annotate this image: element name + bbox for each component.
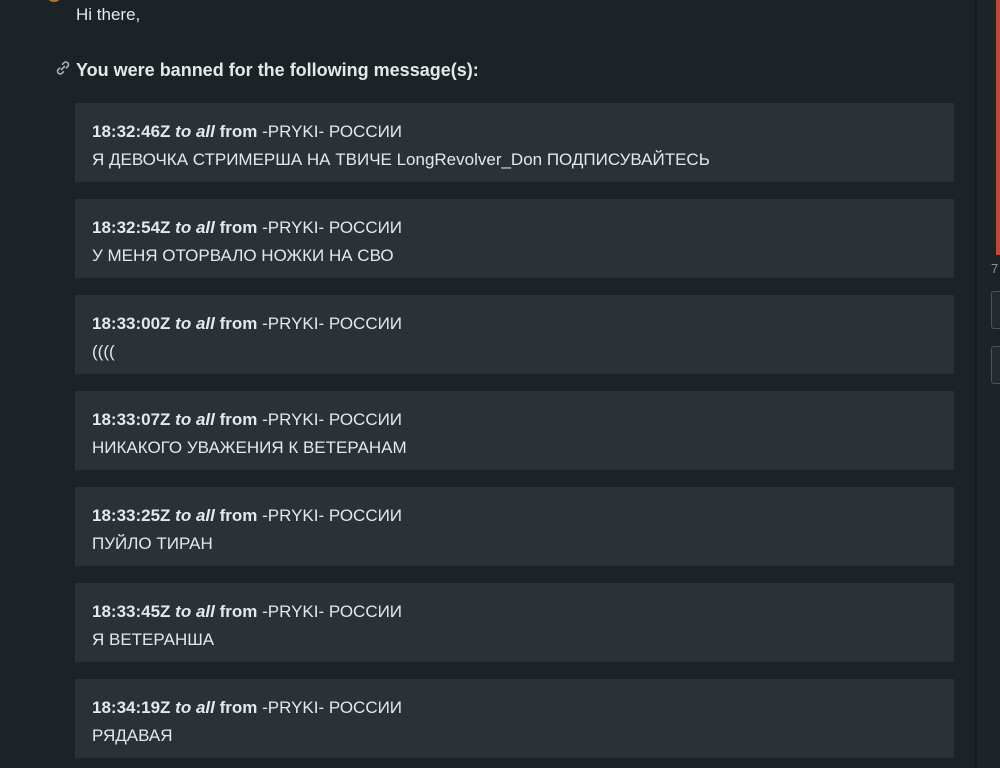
message-from-label: from xyxy=(219,122,258,141)
message-from-label: from xyxy=(219,506,258,525)
message-time: 18:32:54Z xyxy=(92,218,171,237)
message-meta: 18:34:19Z to all from -PRYKI- РОССИИ xyxy=(92,694,937,722)
message-text: Я ВЕТЕРАНША xyxy=(92,630,215,649)
message-sender: -PRYKI- РОССИИ xyxy=(262,410,403,429)
message-time: 18:33:45Z xyxy=(92,602,171,621)
right-sidebar-count: 7 xyxy=(991,261,999,276)
message-recipient: to all xyxy=(175,218,215,237)
message-meta: 18:33:25Z to all from -PRYKI- РОССИИ xyxy=(92,502,937,530)
banned-message: 18:33:45Z to all from -PRYKI- РОССИИ Я В… xyxy=(75,583,954,662)
banned-message: 18:33:07Z to all from -PRYKI- РОССИИ НИК… xyxy=(75,391,954,470)
message-meta: 18:32:54Z to all from -PRYKI- РОССИИ xyxy=(92,214,937,242)
message-sender: -PRYKI- РОССИИ xyxy=(262,122,403,141)
avatar[interactable] xyxy=(46,0,62,2)
message-time: 18:33:25Z xyxy=(92,506,171,525)
message-sender: -PRYKI- РОССИИ xyxy=(262,698,403,717)
banned-message: 18:33:25Z to all from -PRYKI- РОССИИ ПУЙ… xyxy=(75,487,954,566)
message-from-label: from xyxy=(219,314,258,333)
message-meta: 18:33:07Z to all from -PRYKI- РОССИИ xyxy=(92,406,937,434)
message-text: ПУЙЛО ТИРАН xyxy=(92,534,213,553)
message-sender: -PRYKI- РОССИИ xyxy=(262,218,403,237)
message-recipient: to all xyxy=(175,506,215,525)
message-recipient: to all xyxy=(175,602,215,621)
message-meta: 18:33:00Z to all from -PRYKI- РОССИИ xyxy=(92,310,937,338)
message-recipient: to all xyxy=(175,410,215,429)
message-text: (((( xyxy=(92,342,115,361)
message-meta: 18:33:45Z to all from -PRYKI- РОССИИ xyxy=(92,598,937,626)
link-icon[interactable] xyxy=(54,59,72,77)
banned-message: 18:32:46Z to all from -PRYKI- РОССИИ Я Д… xyxy=(75,103,954,182)
message-meta: 18:32:46Z to all from -PRYKI- РОССИИ xyxy=(92,118,937,146)
message-recipient: to all xyxy=(175,122,215,141)
page: Hi there, You were banned for the follow… xyxy=(0,0,1000,768)
message-sender: -PRYKI- РОССИИ xyxy=(262,506,403,525)
message-recipient: to all xyxy=(175,314,215,333)
message-from-label: from xyxy=(219,218,258,237)
message-text: Я ДЕВОЧКА СТРИМЕРША НА ТВИЧЕ LongRevolve… xyxy=(92,150,710,169)
right-sidebar-button[interactable] xyxy=(991,291,1000,329)
message-text: РЯДАВАЯ xyxy=(92,726,173,745)
ban-heading: You were banned for the following messag… xyxy=(76,60,479,80)
message-sender: -PRYKI- РОССИИ xyxy=(262,314,403,333)
message-time: 18:32:46Z xyxy=(92,122,171,141)
banned-message: 18:34:19Z to all from -PRYKI- РОССИИ РЯД… xyxy=(75,679,954,758)
message-sender: -PRYKI- РОССИИ xyxy=(262,602,403,621)
message-text: НИКАКОГО УВАЖЕНИЯ К ВЕТЕРАНАМ xyxy=(92,438,407,457)
message-time: 18:34:19Z xyxy=(92,698,171,717)
banned-message: 18:33:00Z to all from -PRYKI- РОССИИ (((… xyxy=(75,295,954,374)
message-recipient: to all xyxy=(175,698,215,717)
message-from-label: from xyxy=(219,602,258,621)
greeting-text: Hi there, xyxy=(76,5,141,24)
message-time: 18:33:00Z xyxy=(92,314,171,333)
message-pane: Hi there, You were banned for the follow… xyxy=(0,0,975,768)
banned-messages-list: 18:32:46Z to all from -PRYKI- РОССИИ Я Д… xyxy=(75,103,954,768)
message-time: 18:33:07Z xyxy=(92,410,171,429)
right-sidebar-accent xyxy=(996,0,1000,255)
banned-message: 18:32:54Z to all from -PRYKI- РОССИИ У М… xyxy=(75,199,954,278)
message-from-label: from xyxy=(219,410,258,429)
message-from-label: from xyxy=(219,698,258,717)
right-sidebar-button[interactable] xyxy=(991,346,1000,384)
message-text: У МЕНЯ ОТОРВАЛО НОЖКИ НА СВО xyxy=(92,246,394,265)
